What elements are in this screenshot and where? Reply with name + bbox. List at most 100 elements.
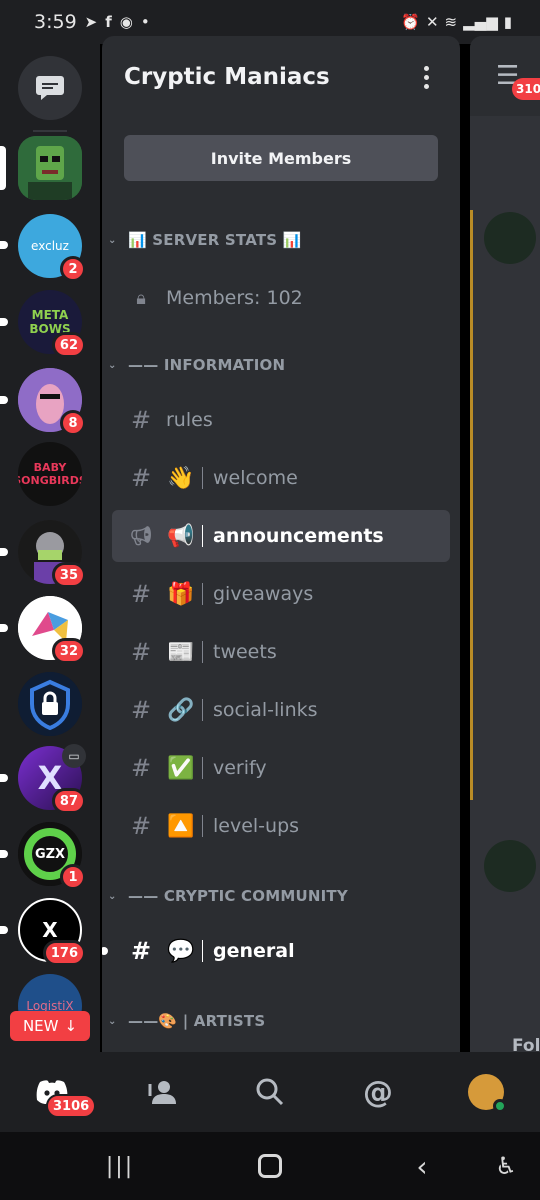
arrow-down-icon: ↓	[64, 1017, 78, 1035]
up-arrow-icon: 🔼	[167, 813, 195, 839]
status-time: 3:59	[34, 11, 77, 33]
recents-icon: |||	[105, 1153, 135, 1179]
rail-separator	[33, 130, 67, 132]
more-options-icon[interactable]	[414, 65, 438, 89]
status-left-icons: ➤ f ◉ •	[85, 13, 150, 31]
speech-balloon-icon: 💬	[167, 938, 195, 964]
hash-lock-icon: #	[130, 580, 152, 608]
chat-icon	[36, 76, 64, 100]
category-cryptic-community[interactable]: ⌄ —— CRYPTIC COMMUNITY	[108, 881, 348, 911]
channel-welcome[interactable]: # 👋 welcome	[112, 452, 450, 504]
hash-lock-icon: #	[130, 937, 152, 965]
server-icon-lock-shield[interactable]	[18, 672, 82, 736]
zombie-avatar	[18, 136, 82, 200]
home-icon	[258, 1154, 282, 1178]
home-button[interactable]	[250, 1146, 290, 1186]
hash-lock-icon: #	[130, 812, 152, 840]
channel-level-ups[interactable]: # 🔼 level-ups	[112, 800, 450, 852]
new-unreads-button[interactable]: NEW ↓	[10, 1011, 90, 1041]
server-icon-selected[interactable]	[18, 136, 82, 200]
chevron-down-icon: ⌄	[108, 234, 117, 246]
channel-general[interactable]: # 💬 general	[102, 925, 450, 977]
unread-pill	[0, 241, 8, 249]
mention-badge: 35	[51, 562, 86, 588]
server-icon-metabows[interactable]: META BOWS 62	[18, 290, 86, 358]
mentions-tab[interactable]: @	[356, 1070, 400, 1114]
hash-lock-icon: #	[130, 696, 152, 724]
channel-rules[interactable]: # rules	[112, 394, 450, 446]
server-icon-baby-songbirds[interactable]: BABY SONGBIRDS	[18, 442, 82, 506]
bottom-navigation: @	[0, 1052, 540, 1132]
selected-server-pill	[0, 146, 6, 190]
check-mark-icon: ✅	[167, 755, 195, 781]
megaphone-lock-icon: 📢︎	[129, 525, 153, 547]
chevron-down-icon: ⌄	[108, 359, 117, 371]
back-button[interactable]: ‹	[402, 1146, 442, 1186]
shield-lock-avatar	[18, 672, 82, 736]
server-icon-origami[interactable]: 32	[18, 596, 86, 664]
unread-pill	[0, 396, 8, 404]
invite-members-button[interactable]: Invite Members	[124, 135, 438, 181]
unread-pill	[0, 926, 8, 934]
channel-social-links[interactable]: # 🔗 social-links	[112, 684, 450, 736]
mention-badge: 1	[60, 864, 86, 890]
monitor-icon: ▭	[62, 744, 86, 768]
chat-peek[interactable]: ☰ Foll	[470, 36, 540, 1052]
home-unread-badge: 3106	[46, 1094, 97, 1118]
category-server-stats[interactable]: ⌄ 📊 SERVER STATS 📊	[108, 225, 302, 255]
follow-label[interactable]: Foll	[512, 1036, 540, 1052]
friends-tab[interactable]	[140, 1070, 184, 1114]
chevron-down-icon: ⌄	[108, 890, 117, 902]
lock-icon: 🔒︎	[136, 287, 146, 309]
telegram-icon: ➤	[84, 13, 98, 31]
category-artists[interactable]: ⌄ ——🎨 | ARTISTS	[108, 1006, 265, 1036]
mention-badge: 87	[51, 788, 86, 814]
highlight-bar	[470, 210, 473, 800]
accessibility-icon: ♿︎	[495, 1152, 517, 1180]
recents-button[interactable]: |||	[100, 1146, 140, 1186]
server-icon-gzx[interactable]: GZX 1	[18, 822, 86, 890]
newspaper-icon: 📰	[167, 639, 195, 665]
server-name: Cryptic Maniacs	[124, 64, 330, 90]
channel-giveaways[interactable]: # 🎁 giveaways	[112, 568, 450, 620]
channel-panel: Cryptic Maniacs Invite Members ⌄ 📊 SERVE…	[102, 36, 460, 1052]
server-icon-x[interactable]: X 87 ▭	[18, 744, 86, 814]
unread-pill	[0, 318, 8, 326]
unread-dot	[102, 947, 108, 955]
battery-icon: ▮	[503, 13, 512, 31]
channel-verify[interactable]: # ✅ verify	[112, 742, 450, 794]
dot-icon: •	[140, 13, 150, 31]
server-icon-masked[interactable]: 35	[18, 520, 86, 588]
server-icon-horse[interactable]: 8	[18, 368, 86, 436]
wifi-icon: ≋	[444, 13, 458, 31]
channel-members-count[interactable]: 🔒︎ Members: 102	[112, 272, 450, 324]
accessibility-button[interactable]: ♿︎	[486, 1146, 526, 1186]
channel-tweets[interactable]: # 📰 tweets	[112, 626, 450, 678]
message-avatar[interactable]	[484, 840, 536, 892]
mention-badge: 2	[60, 256, 86, 282]
hash-icon: #	[130, 406, 152, 434]
channel-announcements[interactable]: 📢︎ 📢 announcements	[112, 510, 450, 562]
category-information[interactable]: ⌄ —— INFORMATION	[108, 350, 285, 380]
back-icon: ‹	[416, 1149, 428, 1183]
discord-icon: ◉	[119, 13, 133, 31]
unread-pill	[0, 774, 8, 782]
message-avatar[interactable]	[484, 212, 536, 264]
server-rail: excluz 2 META BOWS 62 8 BABY SONGBIRDS	[0, 44, 100, 1052]
server-icon-x-skull[interactable]: X 176	[18, 898, 86, 966]
status-right-icons: ⏰ ✕ ≋ ▂▄▆ ▮	[401, 13, 512, 31]
unread-pill	[0, 850, 8, 858]
direct-messages-button[interactable]	[18, 56, 82, 120]
system-navigation: ||| ‹ ♿︎	[0, 1132, 540, 1200]
hash-lock-icon: #	[130, 464, 152, 492]
signal-icon: ▂▄▆	[463, 13, 498, 31]
at-sign-icon: @	[363, 1074, 393, 1110]
waving-hand-icon: 👋	[167, 465, 195, 491]
server-icon-excluz[interactable]: excluz 2	[18, 214, 86, 282]
mute-icon: ✕	[425, 13, 439, 31]
server-header[interactable]: Cryptic Maniacs	[102, 36, 460, 118]
profile-tab[interactable]	[464, 1070, 508, 1114]
search-tab[interactable]	[248, 1070, 292, 1114]
hash-lock-icon: #	[130, 638, 152, 666]
alarm-icon: ⏰	[401, 13, 420, 31]
